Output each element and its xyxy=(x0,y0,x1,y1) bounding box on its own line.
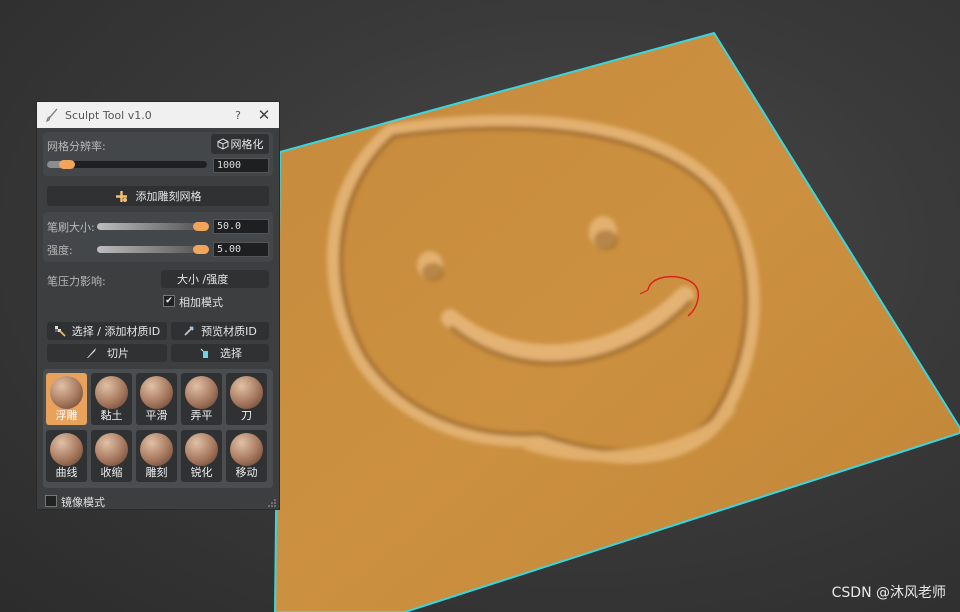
smooth-brush-icon xyxy=(140,376,173,409)
sculpt-tool-panel: Sculpt Tool v1.0 ? ✕ 网格分辨率: 网格化 1000 添加雕… xyxy=(36,101,280,510)
add-sculpt-mesh-button[interactable]: 添加雕刻网格 xyxy=(47,186,269,206)
brush-label: 收缩 xyxy=(100,466,123,479)
brush-label: 雕刻 xyxy=(145,466,168,479)
watermark: CSDN @沐风老师 xyxy=(831,585,946,601)
panel-titlebar[interactable]: Sculpt Tool v1.0 ? ✕ xyxy=(37,102,279,128)
select-label: 选择 xyxy=(220,347,242,360)
sculpt-plane[interactable] xyxy=(273,31,960,612)
brush-label: 浮雕 xyxy=(55,409,78,422)
mesh-resolution-group: 网格分辨率: 网格化 1000 xyxy=(43,132,273,176)
brush-settings-group: 笔刷大小: 50.0 强度: 5.00 xyxy=(43,212,273,262)
flatten-brush-icon xyxy=(185,376,218,409)
brush-label: 移动 xyxy=(235,466,258,479)
cube-icon xyxy=(217,138,229,150)
add-sculpt-mesh-label: 添加雕刻网格 xyxy=(135,190,202,203)
sharpen-brush-icon xyxy=(185,433,218,466)
slice-label: 切片 xyxy=(107,347,129,360)
checker-wand-icon xyxy=(54,325,66,337)
mesh-button-label: 网格化 xyxy=(230,138,264,151)
preview-material-id-label: 预览材质ID xyxy=(201,325,257,338)
brush-carve[interactable]: 雕刻 xyxy=(136,430,177,482)
resize-grip-icon[interactable] xyxy=(268,499,276,507)
carve-brush-icon xyxy=(140,433,173,466)
brush-palette: 浮雕 黏土 平滑 弄平 刀曲线 收缩 雕刻 锐化 移动 xyxy=(43,369,273,488)
additive-mode-checkbox[interactable]: ✔ xyxy=(163,295,175,307)
select-button[interactable]: 选择 xyxy=(171,344,269,362)
brush-label: 锐化 xyxy=(190,466,213,479)
add-plus-icon xyxy=(115,190,128,203)
strength-label: 强度: xyxy=(47,244,73,257)
emboss-brush-icon xyxy=(50,376,83,409)
spray-select-icon xyxy=(198,347,210,359)
brush-label: 平滑 xyxy=(145,409,168,422)
brush-move[interactable]: 移动 xyxy=(226,430,267,482)
panel-title: Sculpt Tool v1.0 xyxy=(65,108,152,122)
additive-mode-label: 相加模式 xyxy=(179,296,223,309)
preview-material-id-button[interactable]: 预览材质ID xyxy=(171,322,269,340)
select-add-material-id-button[interactable]: 选择 / 添加材质ID xyxy=(47,322,167,340)
pressure-select-value: 大小 /强度 xyxy=(177,273,229,286)
mesh-resolution-input[interactable]: 1000 xyxy=(213,158,269,173)
eyedropper-icon xyxy=(183,325,195,337)
brush-pinch[interactable]: 收缩 xyxy=(91,430,132,482)
slice-button[interactable]: 切片 xyxy=(47,344,167,362)
mesh-resolution-label: 网格分辨率: xyxy=(47,140,106,153)
brush-label: 黏土 xyxy=(100,409,123,422)
brush-size-label: 笔刷大小: xyxy=(47,221,95,234)
mesh-button[interactable]: 网格化 xyxy=(211,134,269,154)
strength-slider-handle[interactable] xyxy=(193,245,209,254)
brush-app-icon xyxy=(45,108,59,122)
brush-label: 刀 xyxy=(241,409,252,422)
strength-input[interactable]: 5.00 xyxy=(213,242,269,257)
mirror-mode-checkbox[interactable] xyxy=(45,495,57,507)
move-brush-icon xyxy=(230,433,263,466)
help-button[interactable]: ? xyxy=(227,109,249,122)
brush-clay[interactable]: 黏土 xyxy=(91,373,132,425)
brush-sharpen[interactable]: 锐化 xyxy=(181,430,222,482)
knife-brush-icon xyxy=(230,376,263,409)
pinch-brush-icon xyxy=(95,433,128,466)
clay-brush-icon xyxy=(95,376,128,409)
pressure-select[interactable]: 大小 /强度 xyxy=(161,270,269,288)
brush-size-input[interactable]: 50.0 xyxy=(213,219,269,234)
curve-brush-icon xyxy=(50,433,83,466)
brush-flatten[interactable]: 弄平 xyxy=(181,373,222,425)
brush-size-slider-handle[interactable] xyxy=(193,222,209,231)
knife-icon xyxy=(85,347,97,359)
brush-knife[interactable]: 刀 xyxy=(226,373,267,425)
brush-smooth[interactable]: 平滑 xyxy=(136,373,177,425)
brush-label: 曲线 xyxy=(55,466,78,479)
mirror-mode-label: 镜像模式 xyxy=(61,496,105,509)
close-button[interactable]: ✕ xyxy=(249,106,279,124)
pressure-label: 笔压力影响: xyxy=(47,275,106,288)
brush-label: 弄平 xyxy=(190,409,213,422)
brush-curve[interactable]: 曲线 xyxy=(46,430,87,482)
brush-emboss[interactable]: 浮雕 xyxy=(46,373,87,425)
select-add-material-id-label: 选择 / 添加材质ID xyxy=(71,325,161,338)
mesh-resolution-slider-handle[interactable] xyxy=(59,160,75,169)
